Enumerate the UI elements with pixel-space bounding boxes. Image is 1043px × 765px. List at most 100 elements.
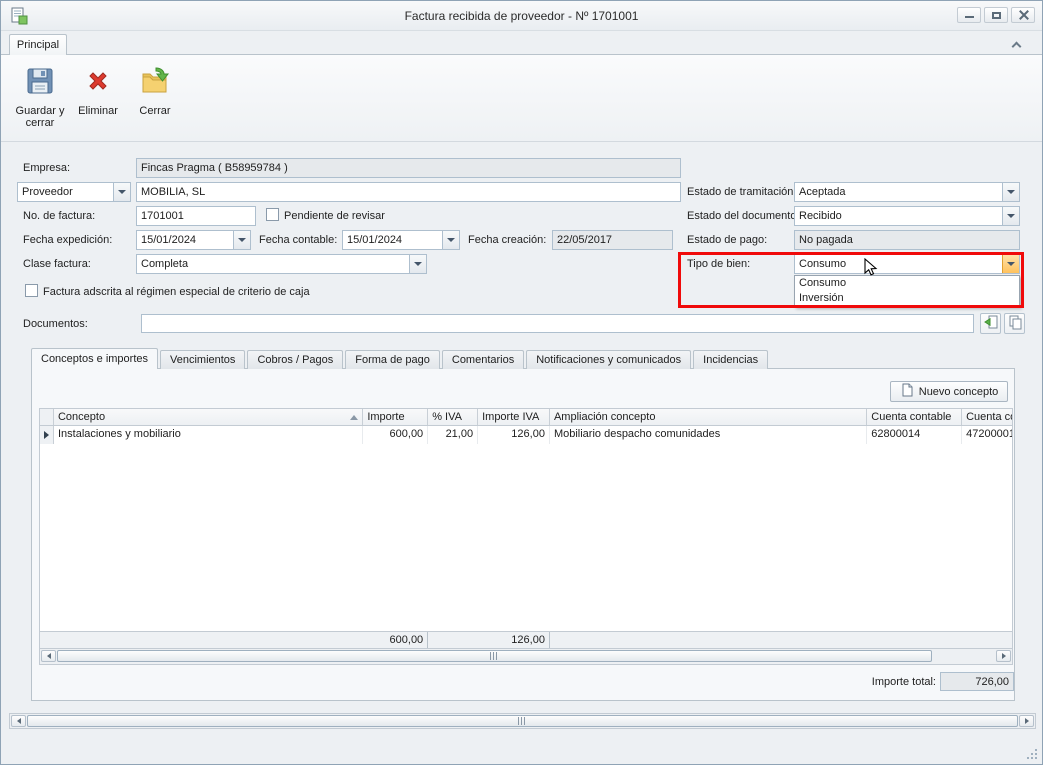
tipo-bien-dropdown-button[interactable] bbox=[1002, 255, 1019, 273]
proveedor-selector[interactable]: Proveedor bbox=[17, 182, 131, 202]
column-header-importe-iva[interactable]: Importe IVA bbox=[478, 409, 550, 425]
pendiente-de-revisar-checkbox[interactable] bbox=[266, 208, 279, 221]
tab-notificaciones[interactable]: Notificaciones y comunicados bbox=[526, 350, 691, 369]
close-folder-icon bbox=[139, 65, 171, 100]
window-title: Factura recibida de proveedor - Nº 17010… bbox=[101, 9, 942, 23]
column-header-indicator bbox=[40, 409, 54, 425]
copy-icon bbox=[1007, 314, 1023, 333]
tab-incidencias[interactable]: Incidencias bbox=[693, 350, 768, 369]
resize-grip[interactable] bbox=[1026, 748, 1038, 760]
app-icon bbox=[10, 7, 28, 25]
grip-icon bbox=[490, 652, 499, 660]
table-row[interactable]: Instalaciones y mobiliario 600,00 21,00 … bbox=[39, 426, 1013, 444]
chevron-down-icon bbox=[118, 190, 126, 194]
minimize-button[interactable] bbox=[957, 7, 981, 23]
scroll-left-button[interactable] bbox=[11, 715, 26, 727]
arrow-left-icon bbox=[47, 653, 51, 659]
maximize-icon bbox=[992, 12, 1001, 19]
column-header-importe[interactable]: Importe bbox=[363, 409, 428, 425]
tipo-bien-label: Tipo de bien: bbox=[687, 258, 750, 270]
fecha-contable-field[interactable]: 15/01/2024 bbox=[342, 230, 460, 250]
window: Factura recibida de proveedor - Nº 17010… bbox=[0, 0, 1043, 765]
row-indicator[interactable] bbox=[40, 426, 54, 444]
cell-ampliacion[interactable]: Mobiliario despacho comunidades bbox=[550, 426, 867, 444]
copy-document-button[interactable] bbox=[1004, 313, 1025, 334]
titlebar: Factura recibida de proveedor - Nº 17010… bbox=[1, 1, 1042, 31]
minimize-icon bbox=[965, 16, 974, 18]
dropdown-option-consumo[interactable]: Consumo bbox=[795, 276, 1019, 291]
cell-iva[interactable]: 21,00 bbox=[428, 426, 478, 444]
fecha-contable-label: Fecha contable: bbox=[259, 234, 337, 246]
cell-importe[interactable]: 600,00 bbox=[363, 426, 428, 444]
no-factura-field[interactable]: 1701001 bbox=[136, 206, 256, 226]
ribbon-collapse-button[interactable] bbox=[1006, 37, 1026, 52]
tab-comentarios[interactable]: Comentarios bbox=[442, 350, 524, 369]
scroll-left-button[interactable] bbox=[41, 650, 56, 662]
grid-horizontal-scrollbar[interactable] bbox=[39, 649, 1013, 665]
estado-documento-combo[interactable]: Recibido bbox=[794, 206, 1020, 226]
clase-factura-label: Clase factura: bbox=[23, 258, 91, 270]
importe-total-field: 726,00 bbox=[940, 672, 1014, 691]
tab-strip: Conceptos e importes Vencimientos Cobros… bbox=[31, 348, 770, 369]
chevron-down-icon bbox=[414, 262, 422, 266]
fecha-creacion-field: 22/05/2017 bbox=[552, 230, 673, 250]
nuevo-concepto-button[interactable]: Nuevo concepto bbox=[890, 381, 1008, 402]
arrow-left-icon bbox=[17, 718, 21, 724]
pendiente-de-revisar-label: Pendiente de revisar bbox=[284, 210, 385, 222]
proveedor-field[interactable]: MOBILIA, SL bbox=[136, 182, 681, 202]
column-header-concepto[interactable]: Concepto bbox=[54, 409, 363, 425]
guardar-y-cerrar-button[interactable]: Guardar y cerrar bbox=[12, 59, 68, 139]
estado-documento-dropdown-button[interactable] bbox=[1002, 207, 1019, 225]
maximize-button[interactable] bbox=[984, 7, 1008, 23]
clase-factura-combo[interactable]: Completa bbox=[136, 254, 427, 274]
conceptos-panel: Nuevo concepto Concepto Importe % IVA Im… bbox=[31, 368, 1015, 701]
grid-empty-area bbox=[39, 444, 1013, 631]
eliminar-button[interactable]: Eliminar bbox=[70, 59, 126, 139]
add-document-icon bbox=[983, 314, 999, 333]
estado-tramitacion-combo[interactable]: Aceptada bbox=[794, 182, 1020, 202]
footer-total-importe-iva: 126,00 bbox=[478, 632, 550, 648]
fecha-creacion-label: Fecha creación: bbox=[468, 234, 546, 246]
scrollbar-thumb[interactable] bbox=[27, 715, 1018, 727]
tab-cobros-pagos[interactable]: Cobros / Pagos bbox=[247, 350, 343, 369]
proveedor-selector-dropdown-button[interactable] bbox=[113, 183, 130, 201]
nuevo-concepto-label: Nuevo concepto bbox=[919, 386, 999, 398]
column-header-iva[interactable]: % IVA bbox=[428, 409, 478, 425]
scrollbar-thumb[interactable] bbox=[57, 650, 932, 662]
fecha-contable-dropdown-button[interactable] bbox=[442, 231, 459, 249]
tab-forma-de-pago[interactable]: Forma de pago bbox=[345, 350, 440, 369]
fecha-expedicion-field[interactable]: 15/01/2024 bbox=[136, 230, 251, 250]
column-header-cuenta-cor[interactable]: Cuenta cor bbox=[962, 409, 1012, 425]
cell-concepto[interactable]: Instalaciones y mobiliario bbox=[54, 426, 363, 444]
column-header-ampliacion[interactable]: Ampliación concepto bbox=[550, 409, 867, 425]
window-controls bbox=[957, 7, 1035, 23]
estado-pago-field: No pagada bbox=[794, 230, 1020, 250]
tab-vencimientos[interactable]: Vencimientos bbox=[160, 350, 245, 369]
estado-tramitacion-dropdown-button[interactable] bbox=[1002, 183, 1019, 201]
form-horizontal-scrollbar[interactable] bbox=[9, 713, 1036, 729]
scroll-right-button[interactable] bbox=[1019, 715, 1034, 727]
cerrar-button[interactable]: Cerrar bbox=[127, 59, 183, 139]
fecha-expedicion-dropdown-button[interactable] bbox=[233, 231, 250, 249]
documentos-field[interactable] bbox=[141, 314, 974, 333]
scroll-right-button[interactable] bbox=[996, 650, 1011, 662]
tipo-bien-dropdown-list: Consumo Inversión bbox=[794, 275, 1020, 307]
cell-importe-iva[interactable]: 126,00 bbox=[478, 426, 550, 444]
delete-icon bbox=[82, 65, 114, 100]
chevron-down-icon bbox=[1007, 262, 1015, 266]
chevron-down-icon bbox=[1007, 214, 1015, 218]
tab-principal[interactable]: Principal bbox=[9, 34, 67, 55]
cell-cuenta-contable[interactable]: 62800014 bbox=[867, 426, 962, 444]
tipo-bien-combo[interactable]: Consumo bbox=[794, 254, 1020, 274]
clase-factura-dropdown-button[interactable] bbox=[409, 255, 426, 273]
tab-conceptos-e-importes[interactable]: Conceptos e importes bbox=[31, 348, 158, 369]
fecha-expedicion-label: Fecha expedición: bbox=[23, 234, 112, 246]
guardar-y-cerrar-label: Guardar y cerrar bbox=[12, 105, 68, 129]
dropdown-option-inversion[interactable]: Inversión bbox=[795, 291, 1019, 306]
grip-icon bbox=[518, 717, 527, 725]
cell-cuenta-cor[interactable]: 47200001 bbox=[962, 426, 1012, 444]
attach-document-button[interactable] bbox=[980, 313, 1001, 334]
criterio-caja-checkbox[interactable] bbox=[25, 284, 38, 297]
close-button[interactable] bbox=[1011, 7, 1035, 23]
column-header-cuenta-contable[interactable]: Cuenta contable bbox=[867, 409, 962, 425]
